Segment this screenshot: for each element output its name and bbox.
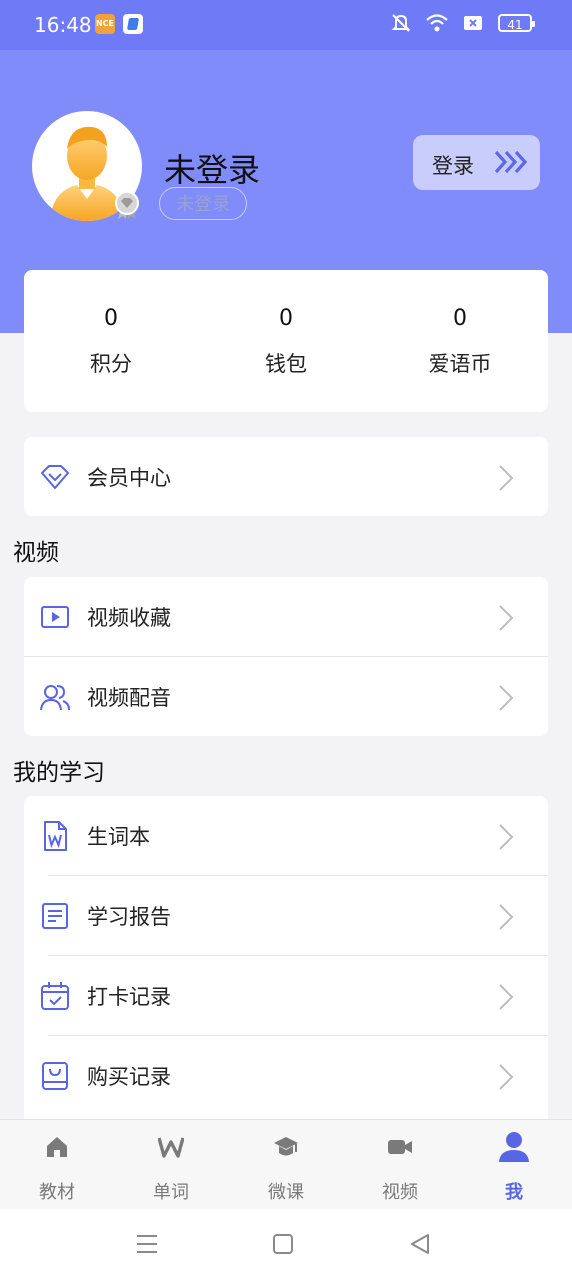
checkin-record-label: 打卡记录	[87, 985, 171, 1009]
video-section-card: 视频收藏 视频配音	[24, 577, 548, 736]
home-icon	[47, 1137, 67, 1157]
tab-me[interactable]: 我	[469, 1120, 559, 1210]
system-navigation-bar	[0, 1209, 572, 1280]
bottom-tab-bar: 教材 单词 微课 视频 我	[0, 1119, 572, 1210]
login-status-badge: 未登录	[159, 187, 247, 220]
report-icon	[42, 903, 68, 929]
tab-words[interactable]: 单词	[126, 1120, 216, 1210]
stat-coins-label: 爱语币	[428, 352, 492, 376]
word-doc-icon	[44, 821, 67, 851]
member-center-item[interactable]: 会员中心	[24, 437, 548, 517]
chevron-right-icon	[499, 904, 514, 930]
triple-chevron-right-icon	[494, 150, 528, 174]
tab-microcourse[interactable]: 微课	[241, 1120, 331, 1210]
stats-card: 0 积分 0 钱包 0 爱语币	[24, 270, 548, 412]
stat-wallet-label: 钱包	[265, 352, 307, 376]
stat-wallet[interactable]: 0 钱包	[226, 306, 346, 378]
tab-textbook-label: 教材	[39, 1182, 75, 1203]
video-section-title: 视频	[13, 540, 59, 566]
app-notification-icon	[123, 14, 143, 34]
chevron-right-icon	[499, 984, 514, 1010]
video-favorites-item[interactable]: 视频收藏	[24, 577, 548, 657]
video-favorites-label: 视频收藏	[87, 606, 171, 630]
stat-coins[interactable]: 0 爱语币	[400, 306, 520, 378]
status-bar: 16:48 NCE 41	[0, 0, 572, 50]
member-center-card: 会员中心	[24, 437, 548, 516]
level-medal-icon	[115, 191, 139, 219]
chevron-right-icon	[499, 824, 514, 850]
tab-video[interactable]: 视频	[355, 1120, 445, 1210]
video-dubbing-item[interactable]: 视频配音	[24, 657, 548, 737]
sim-icon	[464, 16, 482, 30]
nce-app-icon: NCE	[95, 14, 115, 34]
diamond-icon	[41, 465, 69, 489]
calendar-check-icon	[41, 982, 69, 1010]
person-icon	[499, 1132, 529, 1162]
menu-icon[interactable]	[134, 1231, 160, 1257]
tab-words-label: 单词	[153, 1182, 189, 1203]
vocabulary-book-item[interactable]: 生词本	[24, 796, 548, 876]
study-report-label: 学习报告	[87, 905, 171, 929]
purchase-record-item[interactable]: 购买记录	[24, 1036, 548, 1116]
video-dubbing-label: 视频配音	[87, 686, 171, 710]
w-letter-icon	[158, 1137, 184, 1158]
battery-indicator: 41	[498, 14, 535, 32]
stat-points[interactable]: 0 积分	[51, 306, 171, 378]
tab-video-label: 视频	[382, 1182, 418, 1203]
purchase-record-label: 购买记录	[87, 1065, 171, 1089]
tab-textbook[interactable]: 教材	[12, 1120, 102, 1210]
checkin-record-item[interactable]: 打卡记录	[24, 956, 548, 1036]
stat-points-value: 0	[104, 306, 118, 331]
vocabulary-book-label: 生词本	[87, 825, 150, 849]
chevron-right-icon	[499, 1064, 514, 1090]
status-time: 16:48	[34, 13, 92, 37]
chevron-right-icon	[499, 685, 514, 711]
mute-vibrate-icon	[391, 14, 411, 32]
study-section-card: 生词本 学习报告 打卡记录 购买记录	[24, 796, 548, 1126]
study-report-item[interactable]: 学习报告	[24, 876, 548, 956]
login-button[interactable]: 登录	[413, 135, 540, 190]
wifi-icon	[426, 14, 448, 32]
stat-points-label: 积分	[90, 352, 132, 376]
users-icon	[40, 685, 70, 711]
tab-microcourse-label: 微课	[268, 1182, 304, 1203]
video-play-icon	[41, 606, 69, 628]
login-button-label: 登录	[432, 154, 474, 178]
stat-coins-value: 0	[453, 306, 467, 331]
tab-me-label: 我	[505, 1182, 523, 1203]
username: 未登录	[164, 151, 261, 189]
stat-wallet-value: 0	[279, 306, 293, 331]
chevron-right-icon	[499, 605, 514, 631]
home-square-icon[interactable]	[270, 1231, 296, 1257]
member-center-label: 会员中心	[87, 466, 171, 490]
graduation-cap-icon	[274, 1137, 298, 1156]
back-triangle-icon[interactable]	[407, 1231, 433, 1257]
study-section-title: 我的学习	[13, 760, 105, 786]
chevron-right-icon	[499, 465, 514, 491]
shopping-bag-icon	[42, 1062, 68, 1090]
video-camera-icon	[388, 1140, 412, 1154]
